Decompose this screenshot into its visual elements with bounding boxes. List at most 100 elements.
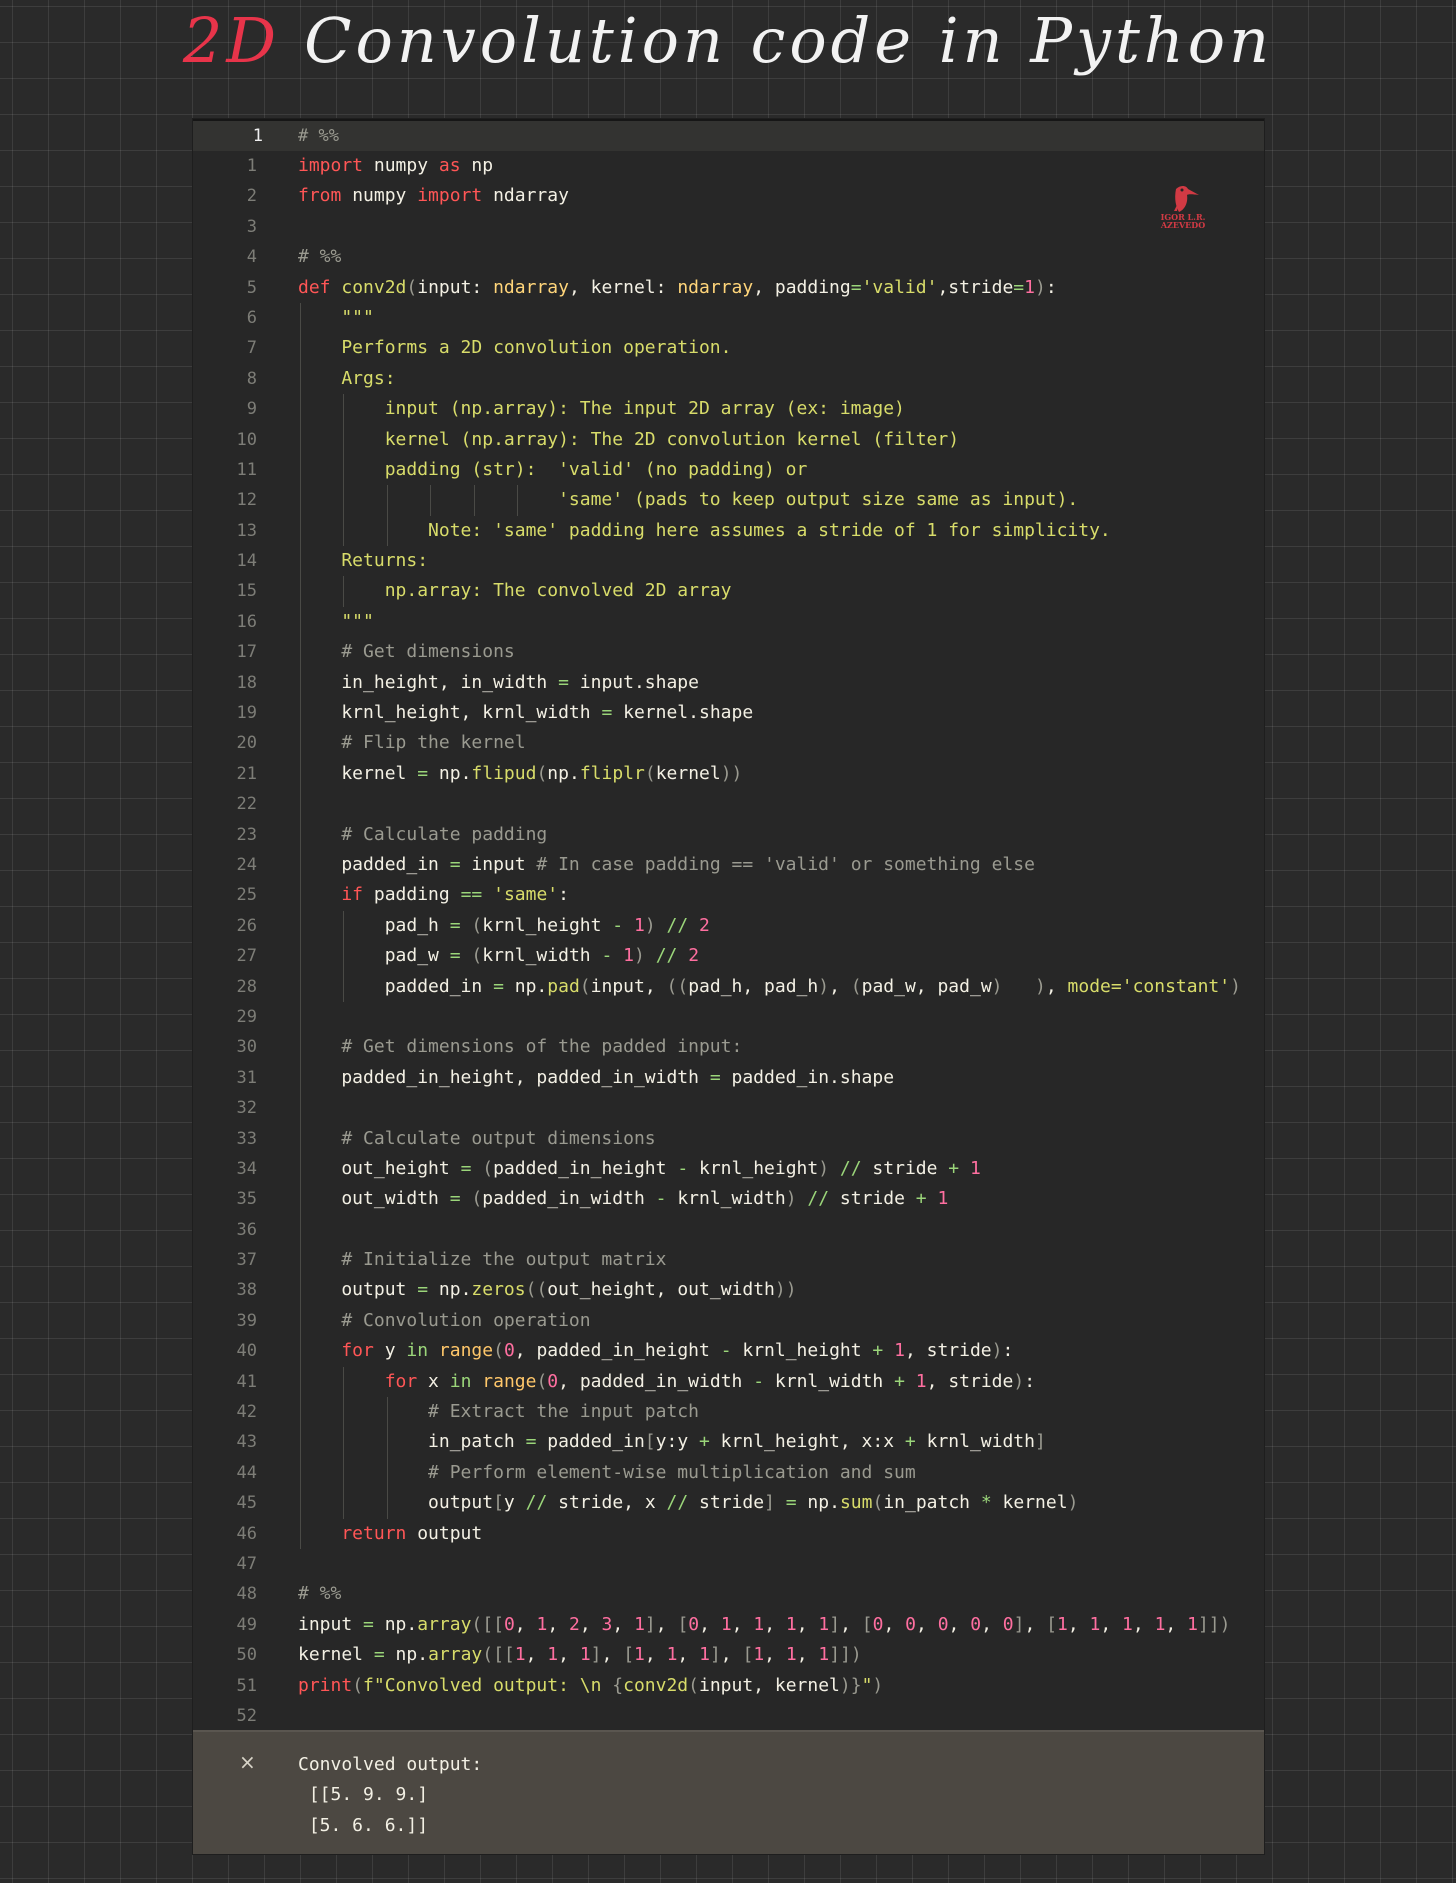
code-token: out_width bbox=[298, 1188, 450, 1210]
code-token: np. bbox=[428, 762, 472, 784]
code-line[interactable]: 25 if padding == 'same': bbox=[193, 880, 1264, 911]
code-line[interactable]: 6 """ bbox=[193, 302, 1264, 334]
code-line[interactable]: 49 input = np.array([[0, 1, 2, 3, 1], [0,… bbox=[193, 1610, 1264, 1640]
code-line[interactable]: 22 bbox=[193, 789, 1264, 820]
code-line[interactable]: 1 import numpy as np bbox=[193, 151, 1264, 181]
code-line[interactable]: 32 bbox=[193, 1093, 1264, 1124]
code-line[interactable]: 19 krnl_height, krnl_width = kernel.shap… bbox=[193, 698, 1264, 729]
code-line[interactable]: 42 # Extract the input patch bbox=[193, 1397, 1264, 1428]
code-token: , bbox=[514, 1613, 537, 1635]
code-line[interactable]: 17 # Get dimensions bbox=[193, 637, 1264, 668]
close-icon[interactable]: × bbox=[239, 1750, 256, 1774]
code-token: , bbox=[1132, 1613, 1155, 1635]
code-line[interactable]: 35 out_width = (padded_in_width - krnl_w… bbox=[193, 1184, 1264, 1215]
code-token: // bbox=[839, 1157, 862, 1179]
code-line[interactable]: 44 # Perform element-wise multiplication… bbox=[193, 1457, 1264, 1489]
line-number: 33 bbox=[236, 1128, 257, 1149]
code-line[interactable]: 45 output[y // stride, x // stride] = np… bbox=[193, 1488, 1264, 1519]
code-token: = bbox=[493, 975, 504, 997]
code-text: # Extract the input patch bbox=[298, 1397, 699, 1427]
line-number: 28 bbox=[236, 976, 257, 997]
code-line[interactable]: 7 Performs a 2D convolution operation. bbox=[193, 333, 1264, 364]
code-token: , bbox=[1067, 1613, 1090, 1635]
code-line[interactable]: 11 padding (str): 'valid' (no padding) o… bbox=[193, 454, 1264, 486]
code-token: , bbox=[981, 1613, 1003, 1635]
cell-header[interactable]: 1 # %% bbox=[193, 119, 1264, 151]
code-token: , bbox=[720, 1644, 743, 1666]
code-line[interactable]: 40 for y in range(0, padded_in_height - … bbox=[193, 1336, 1264, 1367]
code-token: + bbox=[872, 1340, 884, 1362]
code-line[interactable]: 5 def conv2d(input: ndarray, kernel: ndar… bbox=[193, 273, 1264, 303]
line-number: 19 bbox=[236, 703, 257, 724]
line-number: 37 bbox=[236, 1250, 257, 1271]
code-token: return bbox=[298, 1522, 407, 1544]
code-token: range bbox=[438, 1340, 494, 1362]
code-token: , bbox=[601, 1644, 624, 1666]
code-token: Performs a 2D convolution operation. bbox=[298, 337, 732, 359]
code-line[interactable]: 30 # Get dimensions of the padded input: bbox=[193, 1032, 1264, 1063]
line-number: 29 bbox=[236, 1006, 257, 1027]
code-line[interactable]: 28 padded_in = np.pad(input, ((pad_h, pa… bbox=[193, 971, 1264, 1002]
code-token: , bbox=[731, 1613, 754, 1635]
code-line[interactable]: 43 in_patch = padded_in[y:y + krnl_heigh… bbox=[193, 1427, 1264, 1458]
line-number: 8 bbox=[246, 368, 257, 389]
code-line[interactable]: 29 bbox=[193, 1001, 1264, 1033]
code-line[interactable]: 26 pad_h = (krnl_height - 1) // 2 bbox=[193, 910, 1264, 942]
line-number: 25 bbox=[236, 885, 257, 906]
code-line[interactable]: 20 # Flip the kernel bbox=[193, 728, 1264, 759]
code-token: ) bbox=[1013, 1370, 1025, 1392]
code-token: , bbox=[796, 1613, 819, 1635]
code-line[interactable]: 4 # %% bbox=[193, 242, 1264, 272]
code-token: # %% bbox=[298, 1583, 342, 1605]
code-line[interactable]: 3 bbox=[193, 212, 1264, 242]
code-line[interactable]: 34 out_height = (padded_in_height - krnl… bbox=[193, 1153, 1264, 1185]
code-token: stride, x bbox=[547, 1492, 667, 1514]
code-token: [ bbox=[1046, 1613, 1057, 1635]
code-line[interactable]: 8 Args: bbox=[193, 363, 1264, 395]
code-text: # Convolution operation bbox=[298, 1306, 590, 1336]
code-text: out_width = (padded_in_width - krnl_widt… bbox=[298, 1184, 948, 1214]
code-token: 1 bbox=[937, 1188, 949, 1210]
code-line[interactable]: 16 """ bbox=[193, 606, 1264, 638]
code-line[interactable]: 46 return output bbox=[193, 1518, 1264, 1549]
line-number: 34 bbox=[236, 1158, 257, 1179]
code-line[interactable]: 33 # Calculate output dimensions bbox=[193, 1123, 1264, 1154]
line-number: 41 bbox=[236, 1371, 257, 1392]
code-line[interactable]: 13 Note: 'same' padding here assumes a s… bbox=[193, 515, 1264, 547]
code-line[interactable]: 2 from numpy import ndarray bbox=[193, 181, 1264, 211]
code-line[interactable]: 50 kernel = np.array([[1, 1, 1], [1, 1, 1… bbox=[193, 1640, 1264, 1670]
code-token: , bbox=[764, 1644, 786, 1666]
code-line[interactable]: 9 input (np.array): The input 2D array (… bbox=[193, 394, 1264, 425]
code-token: f"Convolved output: \n bbox=[363, 1674, 613, 1696]
code-token: input (np.array): The input 2D array (ex… bbox=[298, 398, 905, 420]
code-token: stride bbox=[688, 1492, 765, 1514]
code-line[interactable]: 51 print(f"Convolved output: \n {conv2d(i… bbox=[193, 1671, 1264, 1701]
code-line[interactable]: 18 in_height, in_width = input.shape bbox=[193, 667, 1264, 699]
code-line[interactable]: 24 padded_in = input # In case padding =… bbox=[193, 849, 1264, 881]
code-token: 'same' bbox=[493, 884, 559, 906]
line-number: 3 bbox=[246, 216, 257, 237]
code-line[interactable]: 38 output = np.zeros((out_height, out_wi… bbox=[193, 1275, 1264, 1306]
code-line[interactable]: 52 bbox=[193, 1701, 1264, 1731]
code-line[interactable]: 31 padded_in_height, padded_in_width = p… bbox=[193, 1062, 1264, 1094]
code-line[interactable]: 27 pad_w = (krnl_width - 1) // 2 bbox=[193, 941, 1264, 972]
code-line[interactable]: 41 for x in range(0, padded_in_width - k… bbox=[193, 1366, 1264, 1398]
code-token: pad_h bbox=[298, 914, 450, 936]
code-area[interactable]: 1 import numpy as np 2 from numpy import nd… bbox=[193, 151, 1264, 1731]
code-line[interactable]: 14 Returns: bbox=[193, 546, 1264, 577]
code-token: + bbox=[904, 1431, 916, 1453]
code-line[interactable]: 23 # Calculate padding bbox=[193, 819, 1264, 850]
code-token: 3 bbox=[601, 1613, 613, 1635]
code-line[interactable]: 12 'same' (pads to keep output size same… bbox=[193, 485, 1264, 516]
code-line[interactable]: 36 bbox=[193, 1214, 1264, 1246]
code-token: )) bbox=[774, 1279, 797, 1301]
code-line[interactable]: 21 kernel = np.flipud(np.fliplr(kernel)) bbox=[193, 758, 1264, 790]
code-line[interactable]: 37 # Initialize the output matrix bbox=[193, 1245, 1264, 1276]
code-line[interactable]: 39 # Convolution operation bbox=[193, 1305, 1264, 1337]
code-line[interactable]: 15 np.array: The convolved 2D array bbox=[193, 576, 1264, 607]
code-line[interactable]: 48 # %% bbox=[193, 1579, 1264, 1609]
code-line[interactable]: 10 kernel (np.array): The 2D convolution… bbox=[193, 424, 1264, 455]
code-line[interactable]: 47 bbox=[193, 1549, 1264, 1579]
